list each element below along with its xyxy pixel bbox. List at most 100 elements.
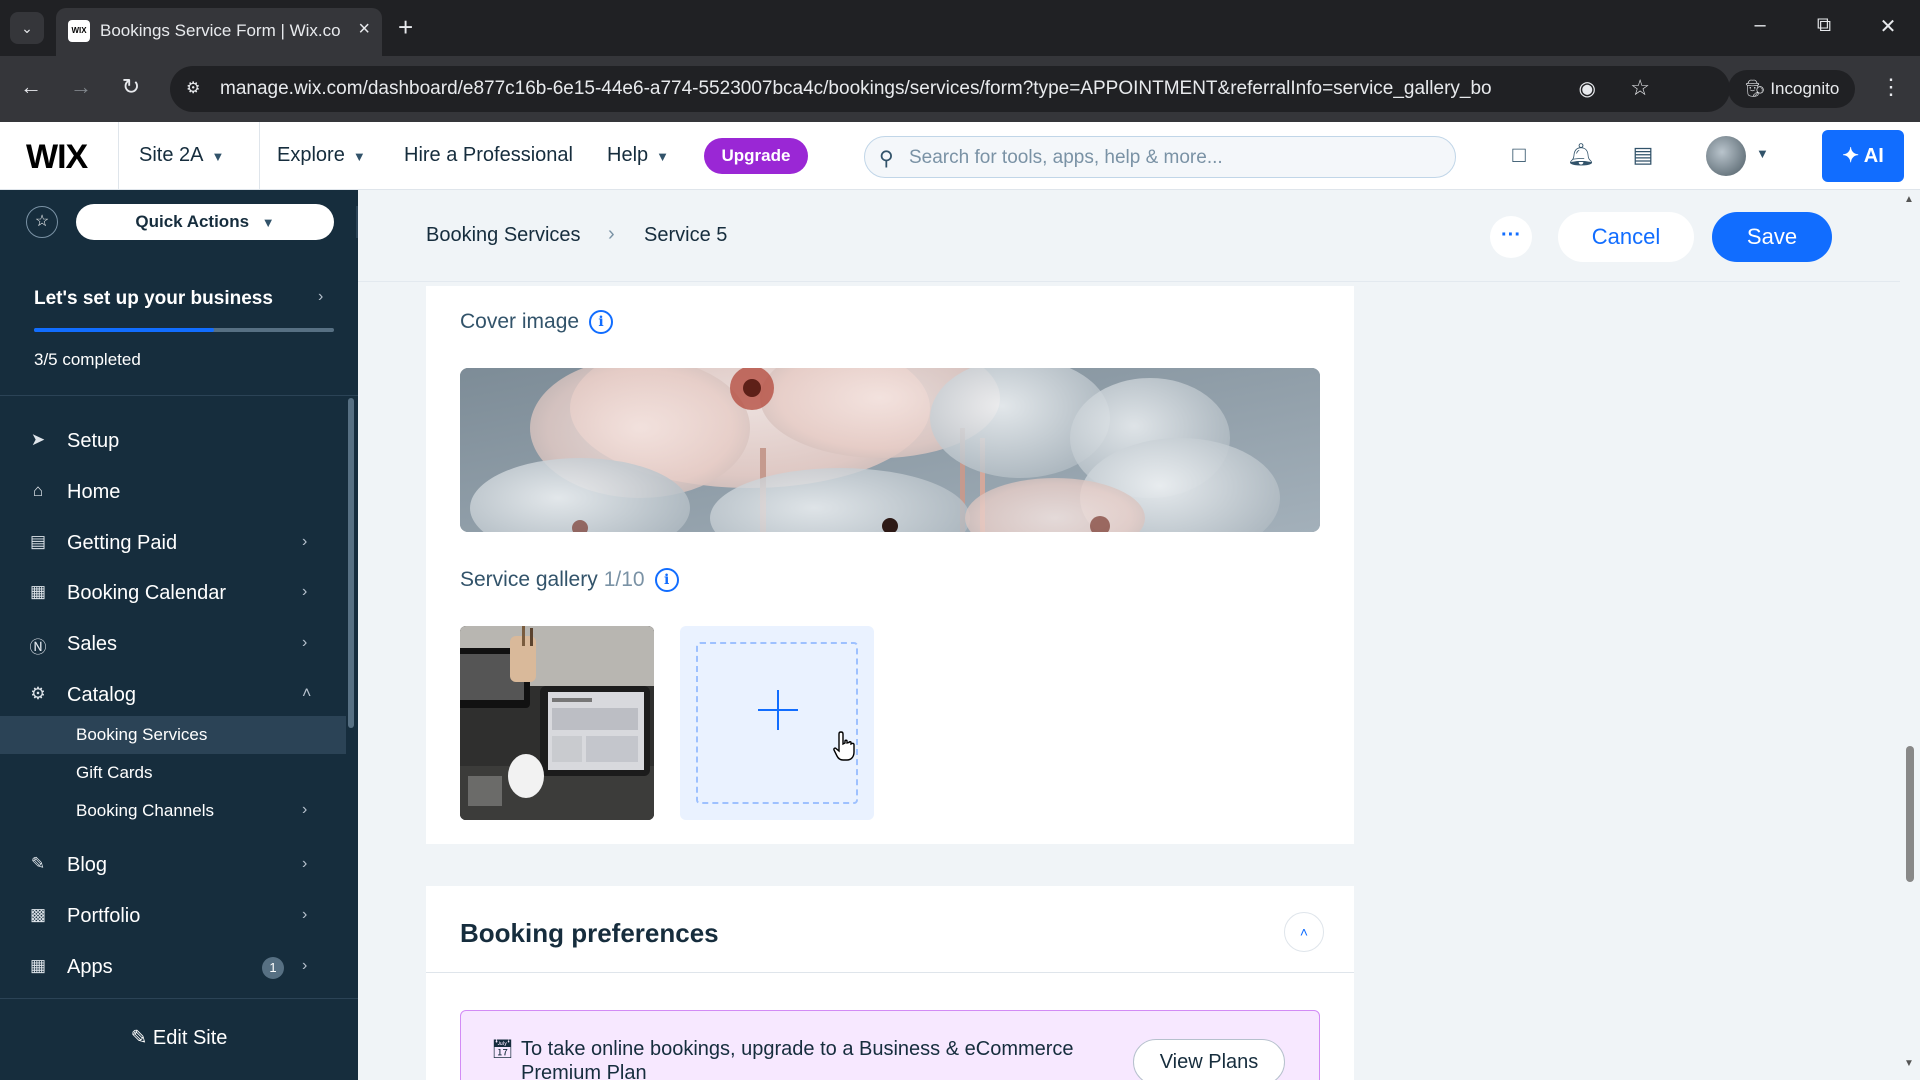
restore-icon[interactable]: ⧉ (1804, 14, 1844, 37)
sidebar-subitem-booking-channels[interactable]: Booking Channels › (0, 792, 346, 830)
booking-preferences-card: Booking preferences ˄ 📅︎ To take online … (426, 886, 1354, 1080)
chevron-right-icon: › (302, 957, 308, 974)
bookmark-star-icon[interactable]: ☆ (1630, 75, 1650, 101)
sidebar-item-label: Portfolio (67, 905, 141, 927)
window-close-icon[interactable]: ✕ (1868, 14, 1908, 39)
scrollbar-thumb[interactable] (1906, 746, 1914, 882)
setup-progress-fill (34, 328, 214, 332)
cover-image-label: Cover image i (460, 310, 614, 334)
gallery-image-workspace (460, 626, 654, 820)
setup-progress-title[interactable]: Let's set up your business (34, 288, 273, 310)
cover-image-flowers (460, 368, 1320, 532)
sidebar-item-blog[interactable]: ✎ Blog › (0, 842, 344, 888)
sidebar-item-setup[interactable]: ➤ Setup (0, 418, 344, 464)
sidebar-item-apps[interactable]: ▦ Apps 1 › (0, 944, 344, 990)
help-menu[interactable]: Help ▼ (607, 122, 669, 189)
info-icon[interactable]: i (654, 568, 679, 592)
main-content: Booking Services › Service 5 ··· Cancel … (358, 190, 1920, 1080)
minimize-icon[interactable]: – (1740, 14, 1780, 37)
sidebar-subitem-gift-cards[interactable]: Gift Cards (0, 754, 346, 792)
site-selector[interactable]: Site 2A ▼ (118, 122, 260, 189)
browser-tab[interactable]: WIX Bookings Service Form | Wix.com × (56, 8, 382, 56)
collapse-section-chevron-up-icon[interactable]: ˄ (1284, 912, 1324, 952)
booking-preferences-title: Booking preferences (460, 918, 719, 948)
address-bar-row: ← → ↻ ⚙ manage.wix.com/dashboard/e877c16… (0, 56, 1920, 122)
wix-logo[interactable]: WIX (26, 138, 88, 177)
site-info-icon[interactable]: ⚙ (186, 78, 200, 98)
wix-favicon-icon: WIX (68, 20, 90, 42)
sidebar-item-label: Booking Calendar (67, 582, 226, 604)
scroll-up-icon[interactable]: ▲ (1904, 194, 1914, 205)
chevron-down-icon[interactable]: ▼ (1756, 146, 1769, 161)
sidebar-item-label: Setup (67, 430, 120, 452)
pencil-icon: ✎ (130, 1027, 148, 1049)
site-name: Site 2A (139, 144, 204, 166)
explore-label: Explore (277, 144, 345, 166)
avatar[interactable] (1706, 136, 1746, 176)
sidebar-item-portfolio[interactable]: ▩ Portfolio › (0, 893, 344, 939)
breadcrumb-booking-services[interactable]: Booking Services (426, 224, 581, 247)
sidebar-subitem-booking-services[interactable]: Booking Services (0, 716, 346, 754)
address-bar[interactable]: ⚙ manage.wix.com/dashboard/e877c16b-6e15… (170, 66, 1730, 112)
new-tab-icon[interactable]: + (398, 12, 413, 43)
bell-icon[interactable]: 🔔︎ (1566, 142, 1596, 168)
sidebar: ☆ Quick Actions ▼ ◀ Let's set up your bu… (0, 190, 384, 1080)
explore-menu[interactable]: Explore ▼ (277, 122, 366, 189)
view-plans-button[interactable]: View Plans (1133, 1039, 1285, 1080)
page-header: Booking Services › Service 5 ··· Cancel … (358, 190, 1900, 282)
info-icon[interactable]: i (589, 310, 614, 334)
edit-site-label: Edit Site (152, 1027, 228, 1049)
upgrade-notice-banner: 📅︎ To take online bookings, upgrade to a… (460, 1010, 1320, 1080)
sidebar-item-label: Getting Paid (67, 532, 178, 554)
forward-icon[interactable]: → (66, 74, 96, 100)
chevron-right-icon: › (302, 634, 308, 651)
wix-top-bar: WIX Site 2A ▼ Explore ▼ Hire a Professiona… (0, 122, 1920, 190)
tab-search-chevron-icon[interactable]: ⌄ (10, 12, 44, 44)
sparkle-icon: ✦ (1842, 145, 1859, 167)
chevron-right-icon[interactable]: › (318, 288, 323, 306)
incognito-label: Incognito (1770, 79, 1840, 98)
rocket-icon: ➤ (30, 430, 46, 449)
quick-actions-button[interactable]: Quick Actions ▼ (76, 204, 334, 240)
incognito-indicator[interactable]: 🕵︎ Incognito (1728, 70, 1856, 108)
hand-cursor-icon (833, 731, 855, 761)
browser-tab-bar: ⌄ WIX Bookings Service Form | Wix.com × … (0, 0, 1920, 56)
star-icon[interactable]: ☆ (26, 206, 58, 238)
more-actions-button[interactable]: ··· (1490, 216, 1532, 258)
divider (426, 972, 1354, 973)
url-text[interactable]: manage.wix.com/dashboard/e877c16b-6e15-4… (220, 78, 1492, 100)
service-gallery-label: Service gallery 1/10 i (460, 568, 679, 592)
browser-menu-icon[interactable]: ⋮ (1880, 74, 1902, 100)
upgrade-notice-text: To take online bookings, upgrade to a Bu… (521, 1038, 1074, 1080)
save-button[interactable]: Save (1712, 212, 1832, 262)
gallery-image[interactable] (460, 626, 654, 820)
sidebar-item-booking-calendar[interactable]: ▦ Booking Calendar › (0, 570, 344, 616)
plus-icon (758, 690, 798, 730)
scroll-down-icon[interactable]: ▼ (1904, 1058, 1914, 1069)
chat-icon[interactable]: □ (1504, 142, 1534, 168)
tab-close-icon[interactable]: × (358, 18, 370, 41)
sidebar-item-catalog[interactable]: ⚙ Catalog ˄ (0, 672, 344, 718)
sidebar-item-sales[interactable]: Ⓝ Sales › (0, 621, 344, 667)
sidebar-item-getting-paid[interactable]: ▤ Getting Paid › (0, 520, 344, 566)
help-label: Help (607, 144, 649, 166)
page-scrollbar[interactable]: ▲ ▼ (1900, 190, 1920, 1080)
hire-professional-link[interactable]: Hire a Professional (404, 122, 573, 189)
cancel-button[interactable]: Cancel (1558, 212, 1694, 262)
edit-site-button[interactable]: ✎ Edit Site (0, 998, 358, 1080)
news-icon[interactable]: ▤ (1628, 142, 1658, 168)
back-icon[interactable]: ← (16, 74, 46, 100)
eye-slash-icon[interactable]: ◉ (1579, 76, 1596, 101)
sidebar-scrollbar[interactable] (348, 398, 354, 728)
upgrade-button[interactable]: Upgrade (704, 138, 808, 174)
chevron-right-icon: › (302, 533, 308, 550)
tab-title: Bookings Service Form | Wix.com (100, 21, 340, 40)
breadcrumb-chevron-icon: › (608, 223, 615, 245)
sidebar-item-home[interactable]: ⌂ Home (0, 469, 344, 515)
cover-image[interactable] (460, 368, 1320, 532)
add-gallery-image-button[interactable] (680, 626, 874, 820)
ai-assistant-button[interactable]: ✦ AI (1822, 130, 1904, 182)
search-input[interactable]: ⚲ Search for tools, apps, help & more... (864, 136, 1456, 178)
reload-icon[interactable]: ↻ (116, 74, 146, 100)
add-image-dropzone[interactable] (696, 642, 858, 804)
